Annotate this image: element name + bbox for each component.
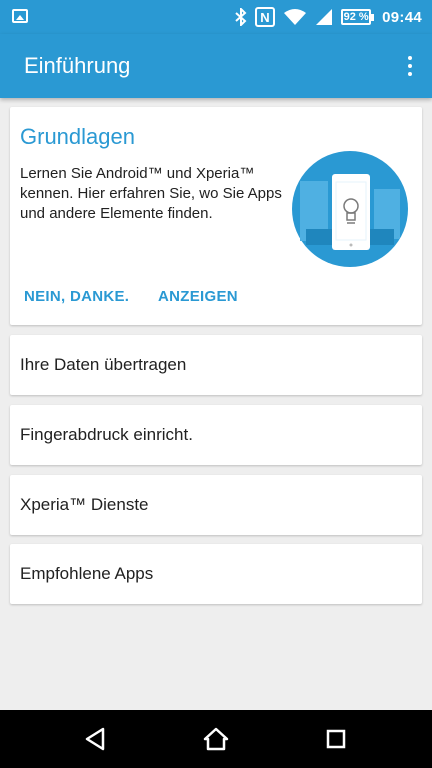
back-icon[interactable] xyxy=(80,724,110,754)
list-item-fingerprint[interactable]: Fingerabdruck einricht. xyxy=(10,405,422,465)
show-button[interactable]: ANZEIGEN xyxy=(158,288,238,305)
battery-icon: 92 % xyxy=(341,9,375,25)
nfc-letter: N xyxy=(260,10,269,25)
clock: 09:44 xyxy=(382,8,422,26)
list-item-recommended-apps[interactable]: Empfohlene Apps xyxy=(10,544,422,604)
intro-card: Grundlagen Lernen Sie Android™ und Xperi… xyxy=(10,107,422,325)
list-item-label: Ihre Daten übertragen xyxy=(20,355,187,374)
nfc-icon: N xyxy=(255,7,276,27)
list-item-label: Empfohlene Apps xyxy=(20,564,154,583)
intro-card-title: Grundlagen xyxy=(20,124,135,149)
list-item-xperia-services[interactable]: Xperia™ Dienste xyxy=(10,475,422,535)
battery-percent: 92 % xyxy=(341,9,372,25)
wifi-icon xyxy=(284,9,307,25)
image-icon xyxy=(12,9,28,23)
list-item-transfer-data[interactable]: Ihre Daten übertragen xyxy=(10,335,422,395)
app-bar: Einführung xyxy=(0,34,432,98)
page-title: Einführung xyxy=(24,53,131,78)
intro-card-body: Lernen Sie Android™ und Xperia™ kennen. … xyxy=(20,165,282,222)
status-icons: N 92 % 09:44 xyxy=(235,0,422,34)
recents-icon[interactable] xyxy=(321,724,351,754)
dismiss-button[interactable]: NEIN, DANKE. xyxy=(24,288,129,305)
phone-lightbulb-illustration xyxy=(292,151,408,267)
cell-signal-icon xyxy=(316,9,333,25)
bluetooth-icon xyxy=(235,8,247,26)
more-vert-icon[interactable] xyxy=(404,54,416,78)
navigation-bar xyxy=(0,710,432,768)
list-item-label: Fingerabdruck einricht. xyxy=(20,425,193,444)
status-bar: N 92 % 09:44 xyxy=(0,0,432,34)
list-item-label: Xperia™ Dienste xyxy=(20,495,149,514)
home-icon[interactable] xyxy=(201,724,231,754)
